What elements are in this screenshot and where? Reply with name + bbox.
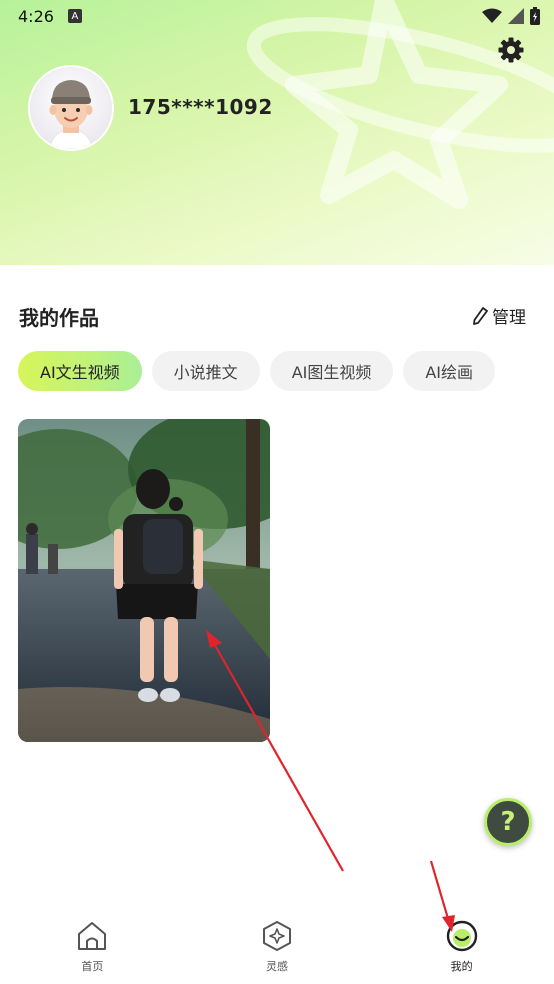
username-text: 175****1092 xyxy=(128,95,273,119)
work-thumbnail-card[interactable] xyxy=(18,419,270,742)
settings-gear-icon[interactable] xyxy=(497,36,525,64)
signal-icon xyxy=(508,8,524,24)
help-button[interactable]: ? xyxy=(484,798,532,846)
status-time: 4:26 xyxy=(18,6,54,26)
works-category-tabs: AI文生视频 小说推文 AI图生视频 AI绘画 xyxy=(18,351,496,391)
nav-label-profile: 我的 xyxy=(450,960,473,973)
tab-ai-text-to-video[interactable]: AI文生视频 xyxy=(18,351,142,391)
pencil-icon xyxy=(473,306,488,325)
manage-label: 管理 xyxy=(492,308,526,328)
my-works-title: 我的作品 xyxy=(19,306,99,330)
nav-label-inspiration: 灵感 xyxy=(265,960,288,973)
notification-a-icon: A xyxy=(67,9,82,23)
avatar-illustration xyxy=(49,80,93,149)
tab-ai-painting[interactable]: AI绘画 xyxy=(403,351,496,391)
nav-item-profile[interactable]: 我的 xyxy=(402,904,522,974)
profile-icon xyxy=(446,920,477,952)
home-icon xyxy=(78,922,107,950)
manage-button[interactable]: 管理 xyxy=(472,303,526,328)
tab-novel-promo[interactable]: 小说推文 xyxy=(151,351,260,391)
status-bar: 4:26 A xyxy=(0,0,554,32)
nav-item-inspiration[interactable]: 灵感 xyxy=(217,904,337,974)
help-question-icon: ? xyxy=(500,807,516,837)
battery-icon xyxy=(530,7,540,25)
bottom-navigation: 首页 灵感 我的 xyxy=(0,904,554,984)
work-thumbnail-image xyxy=(18,419,270,742)
wifi-icon xyxy=(482,8,502,23)
tab-ai-image-to-video[interactable]: AI图生视频 xyxy=(269,351,394,391)
nav-label-home: 首页 xyxy=(81,960,104,973)
nav-item-home[interactable]: 首页 xyxy=(32,904,152,974)
inspiration-icon xyxy=(262,921,291,951)
user-avatar[interactable] xyxy=(30,67,112,149)
